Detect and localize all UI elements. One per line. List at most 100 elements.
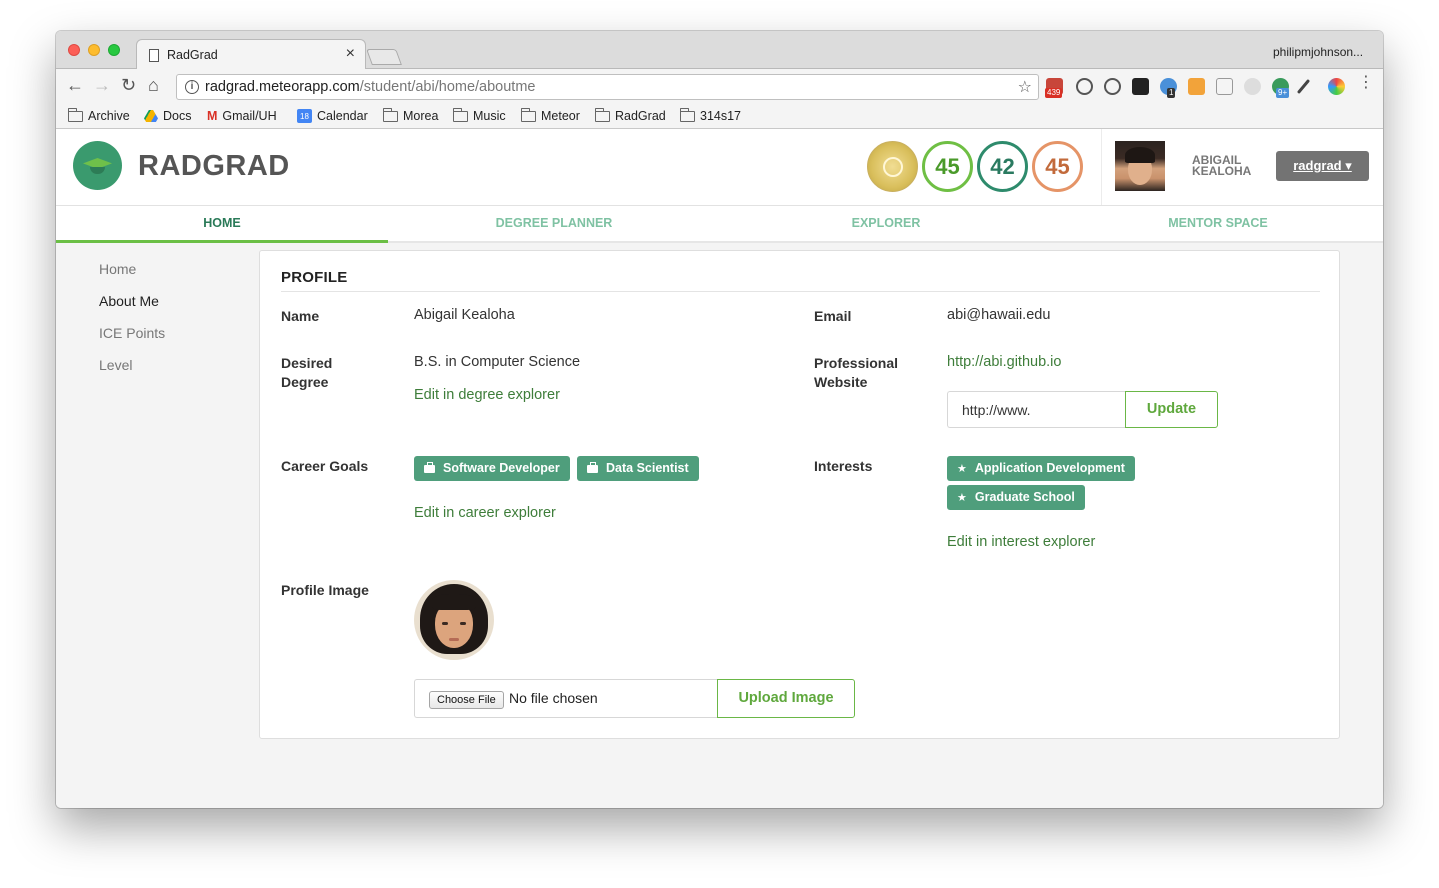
bookmark-gmail[interactable]: M Gmail/UH (207, 109, 277, 123)
new-tab-button[interactable] (366, 49, 402, 65)
close-window-button[interactable] (68, 44, 80, 56)
browser-profile-name[interactable]: philipmjohnson... (1273, 45, 1383, 59)
extension-badge: 439 (1045, 88, 1063, 98)
career-goals-label: Career Goals (281, 458, 369, 474)
email-value: abi@hawaii.edu (947, 307, 1051, 323)
briefcase-icon (424, 462, 435, 473)
zoom-window-button[interactable] (108, 44, 120, 56)
tab-title: RadGrad (167, 48, 218, 62)
upload-image-button[interactable]: Upload Image (717, 679, 855, 718)
browser-window: RadGrad × philipmjohnson... ← → ↻ ⌂ i ra… (56, 31, 1383, 808)
bookmarks-bar: Archive Docs M Gmail/UH 18 Calendar Morea … (56, 105, 1383, 129)
bookmark-morea[interactable]: Morea (383, 107, 438, 123)
extension-sync-icon[interactable] (1076, 78, 1093, 95)
drive-icon (144, 110, 158, 122)
degree-value: B.S. in Computer Science (414, 354, 581, 370)
folder-icon (595, 107, 610, 122)
choose-file-button[interactable]: Choose File (429, 691, 504, 709)
url-text: radgrad.meteorapp.com/student/abi/home/a… (205, 79, 536, 95)
folder-icon (521, 107, 536, 122)
back-arrow-icon[interactable]: ← (66, 76, 84, 94)
interest-chip[interactable]: ★ Graduate School (947, 485, 1085, 510)
home-icon[interactable]: ⌂ (148, 76, 159, 94)
edit-interests-link[interactable]: Edit in interest explorer (947, 534, 1095, 550)
folder-icon (68, 107, 83, 122)
tab-explorer[interactable]: EXPLORER (720, 206, 1052, 243)
extension-color-icon[interactable] (1328, 78, 1345, 95)
folder-icon (383, 107, 398, 122)
card-title: PROFILE (281, 269, 348, 286)
bookmark-meteor[interactable]: Meteor (521, 107, 580, 123)
ice-innovation-score[interactable]: 45 (922, 141, 973, 192)
edit-career-link[interactable]: Edit in career explorer (414, 505, 556, 521)
profile-image (414, 580, 494, 660)
extension-eyedropper-icon[interactable] (1296, 79, 1311, 94)
profile-card: PROFILE Name Abigail Kealoha Email abi@h… (259, 250, 1340, 739)
bookmark-314s17[interactable]: 314s17 (680, 107, 741, 123)
website-input[interactable] (947, 391, 1126, 428)
gmail-icon: M (207, 109, 218, 123)
sidebar-item-level[interactable]: Level (99, 357, 132, 373)
bookmark-docs[interactable]: Docs (144, 109, 191, 123)
extension-analytics-icon[interactable] (1188, 78, 1205, 95)
bookmark-radgrad[interactable]: RadGrad (595, 107, 666, 123)
forward-arrow-icon[interactable]: → (93, 76, 111, 94)
browser-toolbar: ← → ↻ ⌂ i radgrad.meteorapp.com/student/… (56, 69, 1383, 105)
interest-chip[interactable]: ★ Application Development (947, 456, 1135, 481)
folder-icon (453, 107, 468, 122)
file-input: Choose File No file chosen (414, 679, 718, 718)
reload-icon[interactable]: ↻ (121, 76, 136, 94)
header-divider (1101, 129, 1102, 205)
browser-tab[interactable]: RadGrad × (136, 39, 366, 70)
star-icon: ★ (957, 463, 967, 475)
radgrad-logo-icon[interactable] (73, 141, 122, 190)
website-link[interactable]: http://abi.github.io (947, 354, 1061, 370)
extension-badge: 9+ (1276, 88, 1290, 98)
account-menu-button[interactable]: radgrad ▾ (1276, 151, 1369, 181)
degree-label: Desired Degree (281, 355, 333, 390)
level-badge-icon[interactable] (867, 141, 918, 192)
bookmark-star-icon[interactable]: ☆ (1018, 77, 1032, 97)
edit-degree-link[interactable]: Edit in degree explorer (414, 387, 560, 403)
tab-strip: RadGrad × philipmjohnson... (56, 31, 1383, 70)
logo-text[interactable]: RADGRAD (138, 150, 290, 183)
tab-mentor-space[interactable]: MENTOR SPACE (1052, 206, 1383, 243)
bookmark-archive[interactable]: Archive (68, 107, 130, 123)
ice-competency-score[interactable]: 42 (977, 141, 1028, 192)
extension-badge: 1 (1167, 88, 1176, 98)
briefcase-icon (587, 462, 598, 473)
career-goal-chip[interactable]: Software Developer (414, 456, 570, 481)
address-bar[interactable]: i radgrad.meteorapp.com/student/abi/home… (176, 74, 1039, 100)
main-nav: HOME DEGREE PLANNER EXPLORER MENTOR SPAC… (56, 206, 1383, 243)
sidebar-item-home[interactable]: Home (99, 261, 136, 277)
folder-icon (680, 107, 695, 122)
name-label: Name (281, 308, 320, 324)
bookmark-calendar[interactable]: 18 Calendar (297, 109, 368, 123)
website-label: Professional Website (814, 355, 899, 390)
calendar-icon: 18 (297, 109, 312, 123)
bookmark-music[interactable]: Music (453, 107, 506, 123)
page-icon (149, 49, 159, 62)
sidebar-item-ice-points[interactable]: ICE Points (99, 325, 165, 341)
minimize-window-button[interactable] (88, 44, 100, 56)
extension-tools-icon[interactable] (1216, 78, 1233, 95)
extension-cloud-icon[interactable] (1244, 78, 1261, 95)
name-value: Abigail Kealoha (414, 307, 515, 323)
star-icon: ★ (957, 492, 967, 504)
tab-degree-planner[interactable]: DEGREE PLANNER (388, 206, 720, 243)
app-header: RADGRAD 45 42 45 ABIGAIL KEALOHA radgrad … (56, 129, 1383, 206)
extension-password-icon[interactable] (1104, 78, 1121, 95)
avatar[interactable] (1115, 141, 1165, 191)
profile-image-label: Profile Image (281, 582, 369, 598)
browser-menu-icon[interactable]: ⋮ (1358, 75, 1374, 91)
interests-label: Interests (814, 458, 873, 474)
career-goal-chip[interactable]: Data Scientist (577, 456, 699, 481)
user-name: ABIGAIL KEALOHA (1192, 153, 1252, 178)
site-info-icon[interactable]: i (185, 80, 199, 94)
ice-experience-score[interactable]: 45 (1032, 141, 1083, 192)
update-button[interactable]: Update (1125, 391, 1218, 428)
extension-jb-icon[interactable] (1132, 78, 1149, 95)
tab-home[interactable]: HOME (56, 206, 388, 243)
sidebar-item-about-me[interactable]: About Me (99, 293, 159, 309)
tab-close-icon[interactable]: × (346, 45, 355, 63)
